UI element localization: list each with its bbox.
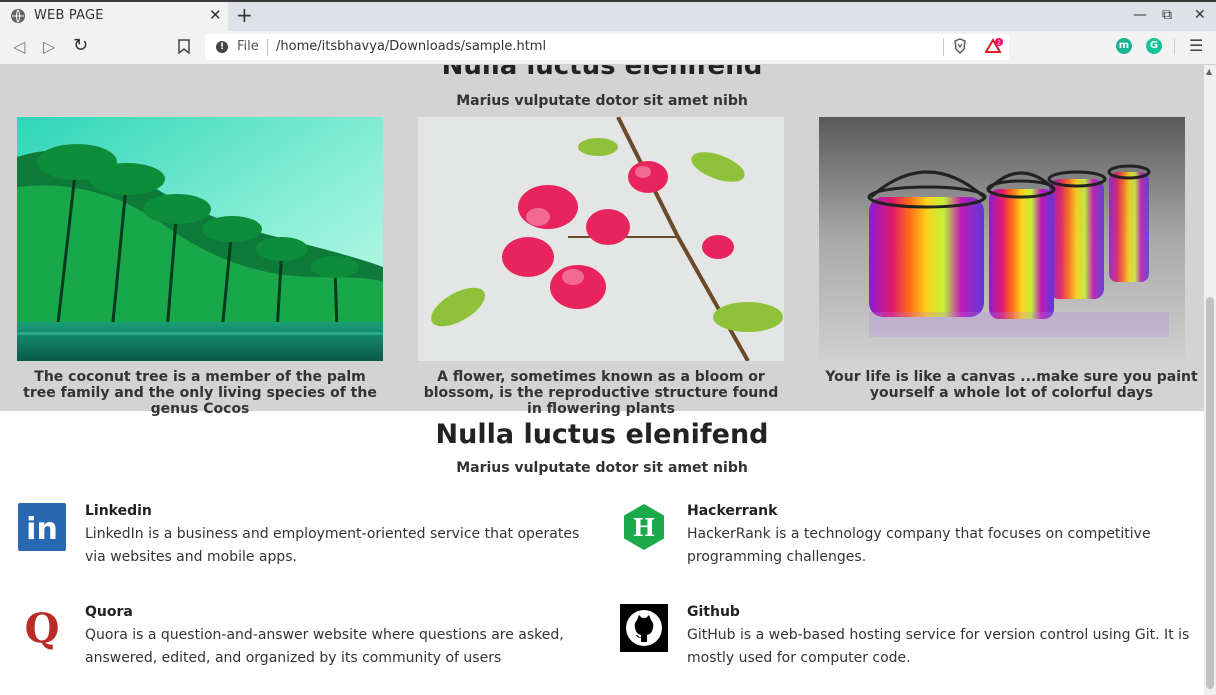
extension-m-icon[interactable]: m [1116, 38, 1132, 54]
sites-heading: Nulla luctus elenifend [435, 419, 769, 450]
gallery-caption: Your life is like a canvas ...make sure … [825, 369, 1198, 401]
gallery-section: Nulla luctus elenifend Marius vulputate … [0, 65, 1204, 417]
site-description: Quora is a question-and-answer website w… [85, 627, 564, 666]
back-button[interactable]: ◁ [13, 37, 25, 56]
url-divider [943, 38, 944, 56]
grammarly-icon[interactable]: G [1146, 38, 1162, 54]
gallery-caption: The coconut tree is a member of the palm… [23, 369, 377, 417]
menu-icon[interactable]: ☰ [1189, 36, 1203, 55]
brave-rewards-icon[interactable]: 2 [984, 38, 1003, 54]
site-title: Github [687, 604, 740, 620]
linkedin-logo-text: in [26, 512, 58, 547]
site-title: Linkedin [85, 503, 152, 519]
info-icon[interactable]: ! [216, 41, 228, 53]
reload-button[interactable]: ↻ [73, 35, 88, 56]
page-scrollbar[interactable]: ▲ [1204, 65, 1216, 695]
url-text[interactable]: /home/itsbhavya/Downloads/sample.html [276, 39, 546, 54]
gallery-card: The coconut tree is a member of the palm… [17, 117, 383, 417]
bookmark-icon[interactable] [178, 39, 190, 58]
tab-bar: WEB PAGE ✕ + — ⧉ ✕ [0, 0, 1216, 33]
minimize-button[interactable]: — [1133, 7, 1147, 23]
linkedin-icon: in [18, 503, 66, 551]
gallery-subheading: Marius vulputate dotor sit amet nibh [456, 93, 748, 109]
page-viewport: Nulla luctus elenifend Marius vulputate … [0, 65, 1204, 695]
gallery-card: A flower, sometimes known as a bloom or … [418, 117, 784, 417]
brave-shield-icon[interactable] [953, 38, 967, 54]
forward-button[interactable]: ▷ [43, 37, 55, 56]
url-separator [267, 39, 268, 55]
address-bar[interactable]: ! File /home/itsbhavya/Downloads/sample.… [205, 34, 1009, 60]
restore-button[interactable]: ⧉ [1162, 7, 1172, 23]
site-description: LinkedIn is a business and employment-or… [85, 526, 580, 565]
site-description: GitHub is a web-based hosting service fo… [687, 627, 1190, 666]
site-title: Quora [85, 604, 133, 620]
site-title: Hackerrank [687, 503, 778, 519]
url-scheme-label: File [237, 39, 259, 54]
jars-image [819, 117, 1185, 361]
sites-section: Nulla luctus elenifend Marius vulputate … [0, 411, 1204, 695]
hackerrank-icon: H [620, 503, 668, 551]
gallery-card: Your life is like a canvas ...make sure … [819, 117, 1204, 401]
github-icon [620, 604, 668, 652]
window-close-button[interactable]: ✕ [1194, 7, 1206, 23]
quora-icon: Q [18, 604, 66, 652]
browser-toolbar: ◁ ▷ ↻ ! File /home/itsbhavya/Downloads/s… [0, 31, 1216, 65]
site-description: HackerRank is a technology company that … [687, 526, 1151, 565]
hackerrank-logo-text: H [633, 513, 656, 542]
gallery-caption: A flower, sometimes known as a bloom or … [423, 369, 779, 417]
globe-icon [11, 9, 25, 23]
new-tab-button[interactable]: + [236, 3, 253, 27]
flower-image [418, 117, 784, 361]
quora-logo-text: Q [25, 605, 60, 652]
scroll-thumb[interactable] [1206, 297, 1214, 689]
tab-close-icon[interactable]: ✕ [209, 6, 222, 24]
coconut-tree-image [17, 117, 383, 361]
sites-subheading: Marius vulputate dotor sit amet nibh [456, 460, 748, 476]
rewards-badge-count: 2 [997, 40, 1001, 47]
gallery-heading: Nulla luctus elenifend [441, 65, 763, 81]
toolbar-divider [1174, 39, 1175, 55]
tab-title: WEB PAGE [34, 8, 104, 23]
browser-tab[interactable]: WEB PAGE ✕ [0, 2, 228, 33]
scroll-up-icon[interactable]: ▲ [1206, 67, 1212, 76]
